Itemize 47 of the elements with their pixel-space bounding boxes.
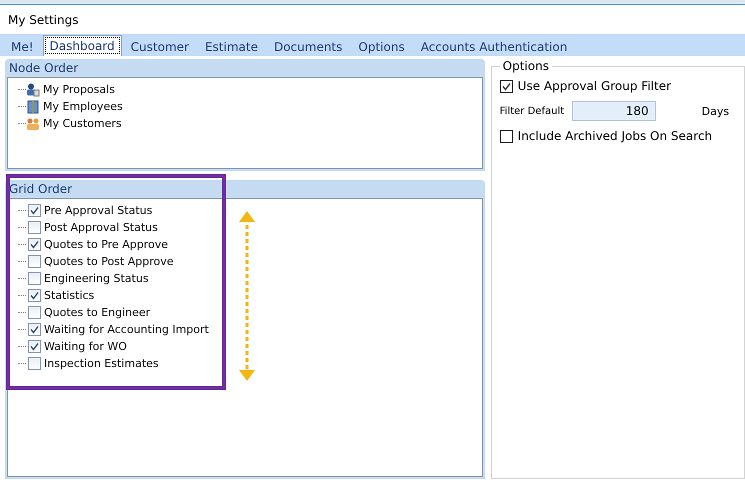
cabinet-icon	[26, 100, 40, 114]
tree-item[interactable]: Quotes to Pre Approve	[44, 238, 168, 251]
tree-item[interactable]: My Customers	[43, 117, 122, 130]
include-archived-checkbox[interactable]: Include Archived Jobs On Search	[500, 129, 736, 143]
tree-item[interactable]: Post Approval Status	[44, 220, 158, 234]
checkbox[interactable]	[28, 204, 41, 217]
field-label: Filter Default	[500, 106, 566, 116]
tab[interactable]: Dashboard	[42, 35, 122, 56]
tree-item[interactable]: Engineering Status	[44, 272, 149, 285]
filter-default-field[interactable]: 180	[572, 101, 656, 121]
tree-item[interactable]: Waiting for WO	[44, 340, 127, 353]
checkbox[interactable]	[28, 288, 41, 302]
tab[interactable]: Documents	[266, 37, 350, 56]
approval-filter-checkbox[interactable]: Use Approval Group Filter	[500, 79, 736, 93]
checkbox[interactable]	[28, 356, 41, 370]
unit-label: Days	[702, 104, 730, 118]
tab[interactable]: Estimate	[198, 37, 265, 56]
tree-item[interactable]: Waiting for Accounting Import	[44, 322, 209, 336]
tab[interactable]: Options	[351, 37, 412, 56]
people-group-icon	[26, 116, 40, 130]
checkbox[interactable]	[28, 306, 41, 319]
checkbox[interactable]	[28, 238, 41, 251]
tree-item[interactable]: My Employees	[43, 100, 123, 113]
tree-item[interactable]: Inspection Estimates	[44, 356, 159, 370]
checkbox[interactable]	[28, 254, 41, 268]
tree-item[interactable]: Quotes to Post Approve	[44, 254, 174, 268]
tree-item[interactable]: Statistics	[44, 288, 94, 302]
tree-item[interactable]: My Proposals	[43, 83, 115, 96]
checkbox[interactable]	[28, 322, 41, 336]
checkbox[interactable]	[28, 340, 41, 353]
check-icon	[502, 82, 511, 90]
checkbox[interactable]	[28, 220, 41, 234]
tab[interactable]: Me!	[4, 37, 41, 56]
tree-item[interactable]: Quotes to Engineer	[44, 306, 150, 319]
checkbox[interactable]	[28, 272, 41, 285]
tab[interactable]: Accounts Authentication	[414, 37, 574, 56]
panel-title: Grid Order	[8, 180, 74, 198]
person-document-icon	[26, 82, 40, 96]
check-icon	[30, 206, 39, 215]
tree-item[interactable]: Pre Approval Status	[44, 204, 152, 217]
panel-title: Node Order	[8, 60, 80, 77]
check-icon	[30, 240, 39, 249]
double-arrow-icon	[237, 210, 257, 382]
group-title: Options	[502, 59, 550, 73]
check-icon	[30, 290, 39, 300]
window-title: My Settings	[8, 12, 78, 26]
tab[interactable]: Customer	[124, 37, 196, 56]
